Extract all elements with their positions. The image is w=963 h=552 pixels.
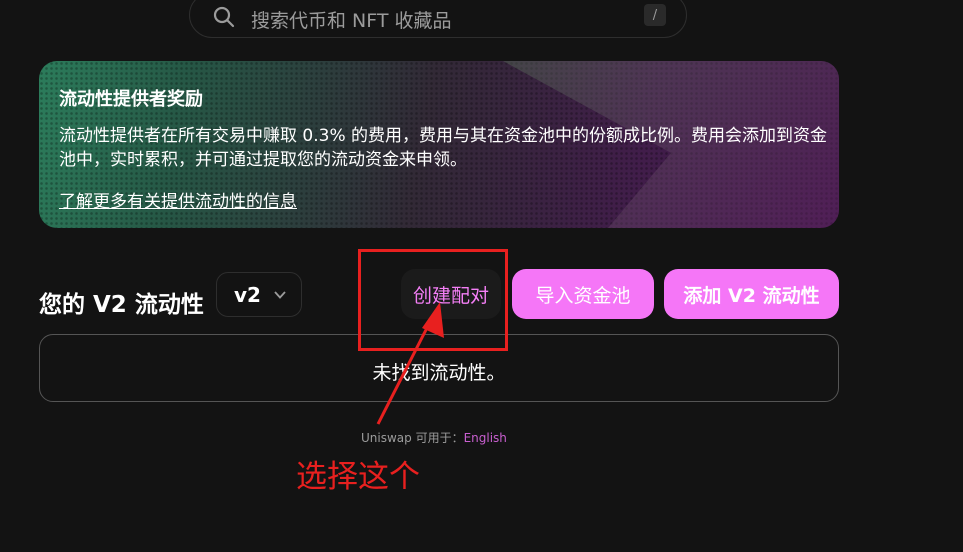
banner-description: 流动性提供者在所有交易中赚取 0.3% 的费用，费用与其在资金池中的份额成比例。… xyxy=(59,126,827,170)
add-v2-liquidity-button[interactable]: 添加 V2 流动性 xyxy=(664,269,839,319)
search-placeholder: 搜索代币和 NFT 收藏品 xyxy=(251,10,452,32)
import-pool-button[interactable]: 导入资金池 xyxy=(512,269,654,319)
search-shortcut-badge: / xyxy=(644,4,666,26)
annotation-arrow-icon xyxy=(376,302,444,425)
annotation-text: 选择这个 xyxy=(296,459,420,495)
search-icon xyxy=(213,6,235,28)
lp-rewards-banner: 流动性提供者奖励 流动性提供者在所有交易中赚取 0.3% 的费用，费用与其在资金… xyxy=(39,61,839,228)
version-label: v2 xyxy=(234,282,261,307)
version-selector[interactable]: v2 xyxy=(216,272,302,317)
banner-title: 流动性提供者奖励 xyxy=(59,89,203,110)
footer-prefix: Uniswap 可用于： xyxy=(361,431,464,445)
chevron-down-icon xyxy=(274,291,286,299)
search-bar[interactable]: 搜索代币和 NFT 收藏品 / xyxy=(189,0,687,38)
learn-more-link[interactable]: 了解更多有关提供流动性的信息 xyxy=(59,187,297,212)
language-link[interactable]: English xyxy=(464,431,507,445)
footer-language: Uniswap 可用于：English xyxy=(361,429,507,446)
your-v2-liquidity-title: 您的 V2 流动性 xyxy=(39,292,204,318)
